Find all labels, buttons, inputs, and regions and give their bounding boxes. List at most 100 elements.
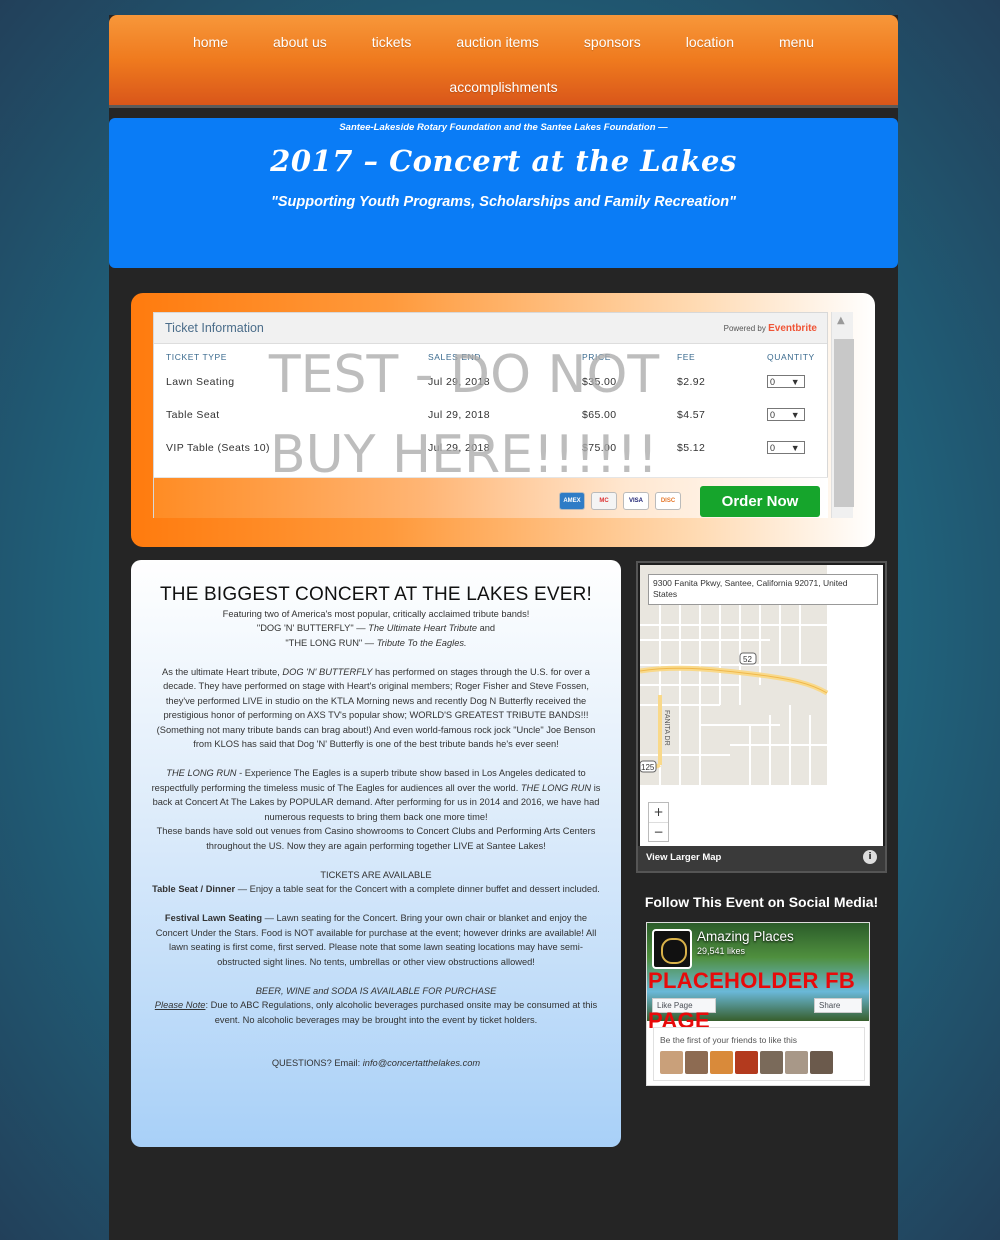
nav-item-menu[interactable]: menu xyxy=(756,34,836,50)
heart-paragraph: As the ultimate Heart tribute, DOG 'N' B… xyxy=(149,665,603,752)
lawn-label: Festival Lawn Seating xyxy=(164,913,263,923)
note-text: : Due to ABC Regulations, only alcoholic… xyxy=(205,1000,598,1025)
fee: $5.12 xyxy=(677,441,706,454)
nav-item-home[interactable]: home xyxy=(170,34,250,50)
fb-cover-photo[interactable]: Amazing Places 29,541 likes Like Page Sh… xyxy=(647,923,869,1021)
zoom-control: + − xyxy=(648,802,669,842)
contact-email[interactable]: info@concertatthelakes.com xyxy=(363,1058,480,1068)
widget-scrollbar[interactable]: ▲ xyxy=(831,312,854,518)
tickets-heading: TICKETS ARE AVAILABLE xyxy=(320,869,432,880)
avatar[interactable] xyxy=(710,1051,733,1074)
price: $35.00 xyxy=(582,375,617,388)
avatar[interactable] xyxy=(735,1051,758,1074)
map-canvas[interactable]: 52 125 FANITA DR 9300 Fanita Pkwy, Sante… xyxy=(640,565,883,846)
map-address: 9300 Fanita Pkwy, Santee, California 920… xyxy=(648,574,878,605)
quantity-select[interactable]: 0 ▼ xyxy=(767,441,805,454)
nav-item-auction-items[interactable]: auction items xyxy=(434,34,561,50)
ticket-table: TICKET TYPE SALES END PRICE FEE QUANTITY… xyxy=(166,349,816,464)
fb-like-count: 29,541 likes xyxy=(697,946,746,956)
page-container: home about us tickets auction items spon… xyxy=(109,15,898,1240)
chevron-down-icon: ▼ xyxy=(790,443,800,453)
col-quantity: QUANTITY xyxy=(767,352,815,362)
para1-a: As the ultimate Heart tribute, xyxy=(162,666,283,677)
col-price: PRICE xyxy=(582,352,611,362)
avatar[interactable] xyxy=(685,1051,708,1074)
view-larger-map-link[interactable]: View Larger Map xyxy=(646,852,721,863)
site-header: Santee-Lakeside Rotary Foundation and th… xyxy=(109,118,898,268)
ticket-type: VIP Table (Seats 10) xyxy=(166,441,270,454)
chevron-down-icon: ▼ xyxy=(790,377,800,387)
band2-dash: — xyxy=(362,637,377,648)
eagles-paragraph: THE LONG RUN - Experience The Eagles is … xyxy=(149,766,603,853)
fb-friend-faces xyxy=(660,1051,833,1074)
quantity-value: 0 xyxy=(770,377,776,387)
order-now-button[interactable]: Order Now xyxy=(700,486,820,517)
fb-page-name[interactable]: Amazing Places xyxy=(697,929,794,944)
fee: $2.92 xyxy=(677,375,706,388)
and-text: and xyxy=(476,623,496,633)
para1-band: DOG 'N' BUTTERFLY xyxy=(282,666,373,677)
questions-line: QUESTIONS? Email: info@concertatthelakes… xyxy=(149,1056,603,1071)
powered-by: Powered by Eventbrite xyxy=(724,323,817,334)
scroll-up-icon[interactable]: ▲ xyxy=(837,315,845,326)
visa-card-icon: VISA xyxy=(623,492,649,510)
fb-friends-text: Be the first of your friends to like thi… xyxy=(660,1035,798,1045)
nav-item-tickets[interactable]: tickets xyxy=(349,34,434,50)
nav-item-about-us[interactable]: about us xyxy=(251,34,350,50)
widget-footer: AMEX MC VISA DISC Order Now xyxy=(154,477,828,518)
nav-row-secondary: accomplishments xyxy=(109,79,898,95)
intro-text: Featuring two of America's most popular,… xyxy=(222,608,530,619)
please-note-label: Please Note xyxy=(154,1000,206,1010)
col-sales-end: SALES END xyxy=(428,352,482,362)
ticket-table-header: TICKET TYPE SALES END PRICE FEE QUANTITY xyxy=(166,349,816,365)
quantity-value: 0 xyxy=(770,410,776,420)
quantity-select[interactable]: 0 ▼ xyxy=(767,408,805,421)
eventbrite-widget: Ticket Information Powered by Eventbrite… xyxy=(153,312,828,518)
intro-paragraph: Featuring two of America's most popular,… xyxy=(149,607,603,651)
nav-item-sponsors[interactable]: sponsors xyxy=(561,34,663,50)
fb-share-button[interactable]: Share xyxy=(814,998,862,1013)
quantity-cell: 0 ▼ xyxy=(767,431,816,464)
band1-name: "DOG 'N' BUTTERFLY" xyxy=(256,623,354,633)
mastercard-icon: MC xyxy=(591,492,617,510)
eventbrite-logo[interactable]: Eventbrite xyxy=(768,323,817,334)
content-heading: THE BIGGEST CONCERT AT THE LAKES EVER! xyxy=(159,584,593,605)
quantity-select[interactable]: 0 ▼ xyxy=(767,375,805,388)
scroll-thumb[interactable] xyxy=(834,339,854,507)
avatar[interactable] xyxy=(660,1051,683,1074)
quantity-cell: 0 ▼ xyxy=(767,398,816,431)
sales-end: Jul 29, 2018 xyxy=(428,375,491,388)
avatar[interactable] xyxy=(810,1051,833,1074)
ticket-type: Table Seat xyxy=(166,408,220,421)
questions-label: QUESTIONS? Email: xyxy=(271,1058,363,1068)
widget-header: Ticket Information Powered by Eventbrite xyxy=(154,313,827,344)
tickets-paragraph: TICKETS ARE AVAILABLE Table Seat / Dinne… xyxy=(149,868,603,897)
col-ticket-type: TICKET TYPE xyxy=(166,352,228,362)
sales-end: Jul 29, 2018 xyxy=(428,408,491,421)
fb-page-avatar[interactable] xyxy=(652,929,692,969)
powered-by-label: Powered by xyxy=(723,324,766,333)
table-row: VIP Table (Seats 10) Jul 29, 2018 $75.00… xyxy=(166,431,816,464)
price: $65.00 xyxy=(582,408,617,421)
map-footer: View Larger Map i xyxy=(638,846,885,871)
zoom-in-button[interactable]: + xyxy=(649,803,668,823)
para2-c: These bands have sold out venues from Ca… xyxy=(156,826,596,851)
para1-b: has performed on stages through the U.S.… xyxy=(156,666,596,750)
info-icon[interactable]: i xyxy=(863,850,877,864)
table-seat-label: Table Seat / Dinner xyxy=(152,884,236,894)
nav-item-accomplishments[interactable]: accomplishments xyxy=(427,79,580,95)
beer-line: BEER, WINE and SODA IS AVAILABLE FOR PUR… xyxy=(255,985,497,996)
ticket-panel: Ticket Information Powered by Eventbrite… xyxy=(131,293,875,547)
avatar[interactable] xyxy=(785,1051,808,1074)
header-tagline: "Supporting Youth Programs, Scholarships… xyxy=(271,194,736,210)
fb-like-button[interactable]: Like Page xyxy=(652,998,716,1013)
avatar[interactable] xyxy=(760,1051,783,1074)
zoom-out-button[interactable]: − xyxy=(649,823,668,843)
nav-item-location[interactable]: location xyxy=(663,34,756,50)
widget-title: Ticket Information xyxy=(165,321,264,335)
fb-friends-box: Be the first of your friends to like thi… xyxy=(653,1027,865,1081)
map-tiles: 52 125 FANITA DR xyxy=(640,565,883,846)
fee: $4.57 xyxy=(677,408,706,421)
amex-card-icon: AMEX xyxy=(559,492,585,510)
band2-desc: Tribute To the Eagles. xyxy=(376,637,467,648)
